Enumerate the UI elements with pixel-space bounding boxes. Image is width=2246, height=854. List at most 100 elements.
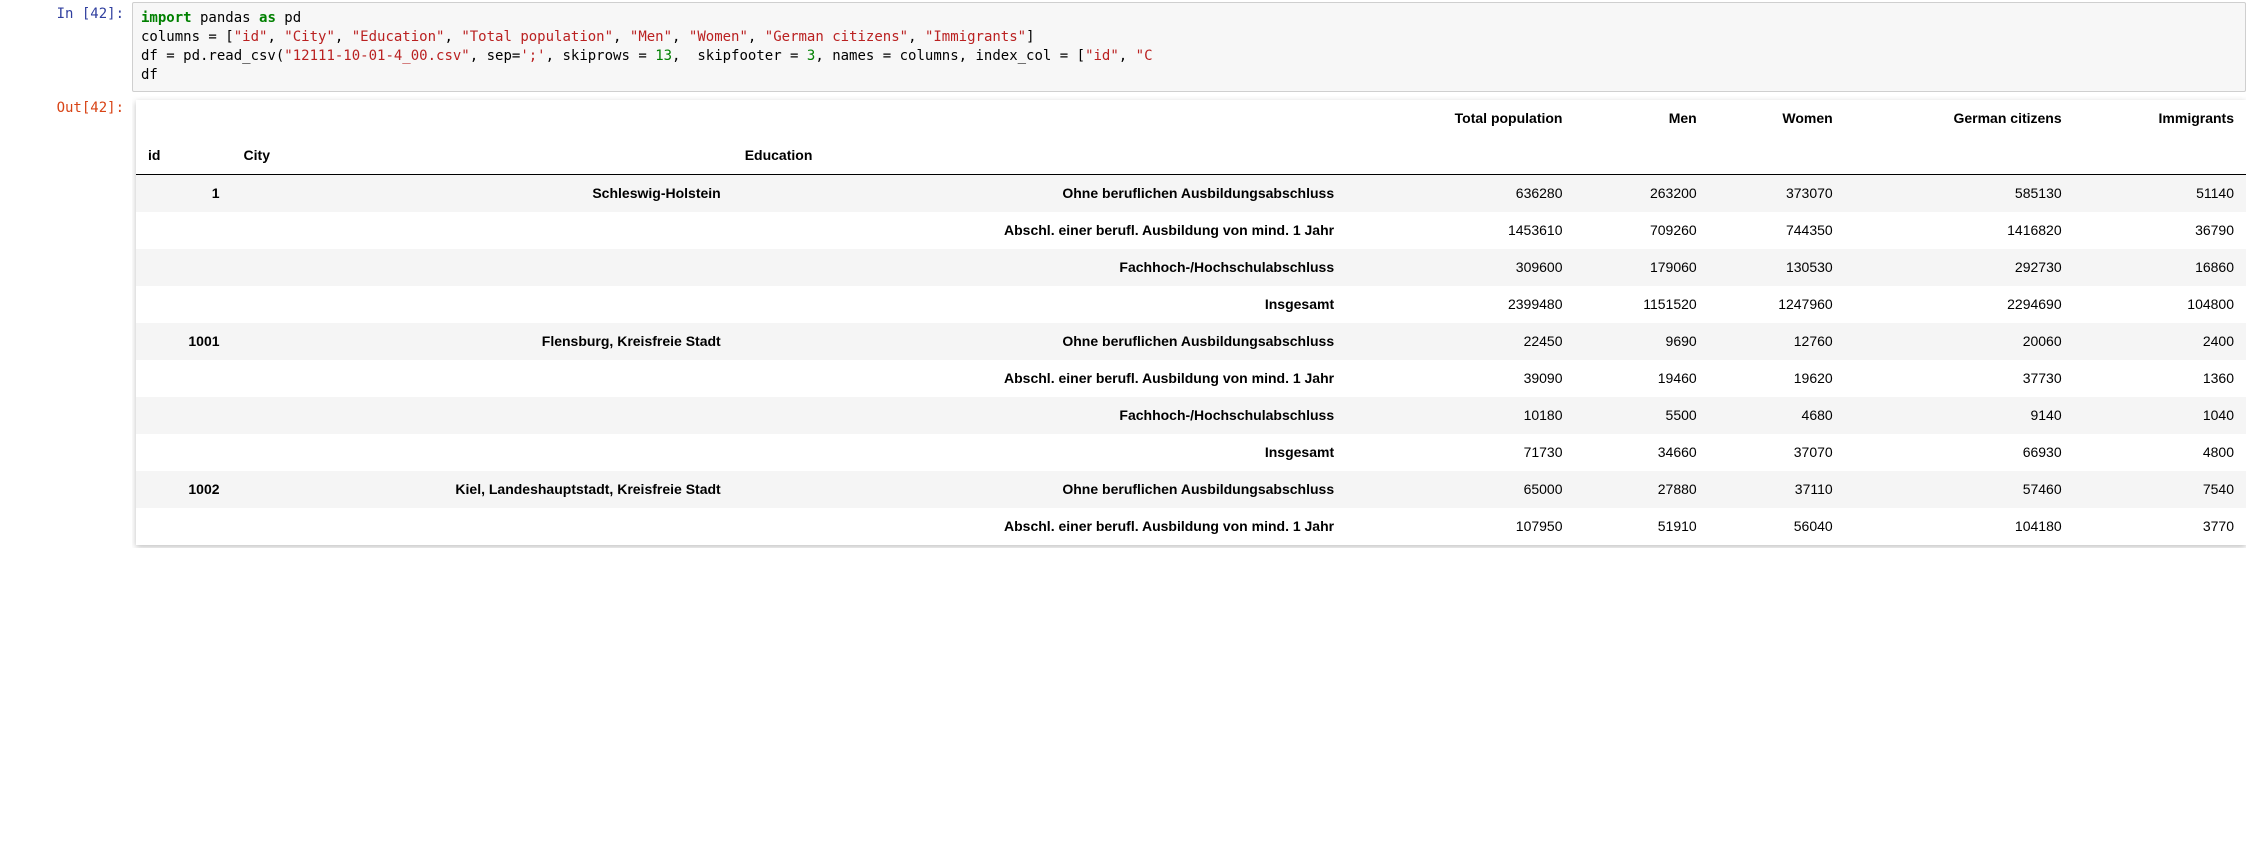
cell-value: 179060 xyxy=(1575,249,1709,286)
row-education: Abschl. einer berufl. Ausbildung von min… xyxy=(733,360,1346,397)
cell-value: 36790 xyxy=(2074,212,2246,249)
table-row: 1002Kiel, Landeshauptstadt, Kreisfreie S… xyxy=(136,471,2246,508)
row-education: Ohne beruflichen Ausbildungsabschluss xyxy=(733,471,1346,508)
cell-value: 3770 xyxy=(2074,508,2246,545)
row-id xyxy=(136,212,232,249)
row-city xyxy=(232,249,733,286)
row-city: Schleswig-Holstein xyxy=(232,174,733,212)
cell-value: 1453610 xyxy=(1346,212,1574,249)
idx-city: City xyxy=(232,137,733,175)
cell-value: 19460 xyxy=(1575,360,1709,397)
cell-value: 1151520 xyxy=(1575,286,1709,323)
cell-value: 744350 xyxy=(1709,212,1845,249)
cell-value: 2399480 xyxy=(1346,286,1574,323)
col-men: Men xyxy=(1575,100,1709,137)
output-area: Total population Men Women German citize… xyxy=(132,96,2246,548)
kw-import: import xyxy=(141,10,192,26)
output-prompt: Out[42]: xyxy=(0,96,132,548)
table-body: 1Schleswig-HolsteinOhne beruflichen Ausb… xyxy=(136,174,2246,545)
table-header: Total population Men Women German citize… xyxy=(136,100,2246,175)
idx-education: Education xyxy=(733,137,1346,175)
row-city xyxy=(232,434,733,471)
row-id: 1 xyxy=(136,174,232,212)
cell-value: 130530 xyxy=(1709,249,1845,286)
row-id xyxy=(136,360,232,397)
row-education: Fachhoch-/Hochschulabschluss xyxy=(733,249,1346,286)
cell-value: 1247960 xyxy=(1709,286,1845,323)
row-education: Insgesamt xyxy=(733,286,1346,323)
table-row: Fachhoch-/Hochschulabschluss309600179060… xyxy=(136,249,2246,286)
row-city xyxy=(232,508,733,545)
output-cell: Out[42]: Total population Men Women Germ… xyxy=(0,94,2246,550)
row-id xyxy=(136,508,232,545)
cell-value: 9140 xyxy=(1845,397,2074,434)
row-city: Kiel, Landeshauptstadt, Kreisfreie Stadt xyxy=(232,471,733,508)
row-city: Flensburg, Kreisfreie Stadt xyxy=(232,323,733,360)
cell-value: 709260 xyxy=(1575,212,1709,249)
row-education: Fachhoch-/Hochschulabschluss xyxy=(733,397,1346,434)
row-education: Abschl. einer berufl. Ausbildung von min… xyxy=(733,212,1346,249)
cell-value: 7540 xyxy=(2074,471,2246,508)
cell-value: 66930 xyxy=(1845,434,2074,471)
col-immigrants: Immigrants xyxy=(2074,100,2246,137)
cell-value: 10180 xyxy=(1346,397,1574,434)
cell-value: 27880 xyxy=(1575,471,1709,508)
cell-value: 4680 xyxy=(1709,397,1845,434)
cell-value: 5500 xyxy=(1575,397,1709,434)
table-row: Abschl. einer berufl. Ausbildung von min… xyxy=(136,508,2246,545)
cell-value: 12760 xyxy=(1709,323,1845,360)
kw-as: as xyxy=(259,10,276,26)
cell-value: 636280 xyxy=(1346,174,1574,212)
row-id: 1002 xyxy=(136,471,232,508)
cell-value: 309600 xyxy=(1346,249,1574,286)
cell-value: 107950 xyxy=(1346,508,1574,545)
cell-value: 34660 xyxy=(1575,434,1709,471)
col-blank-city xyxy=(232,100,733,137)
cell-value: 373070 xyxy=(1709,174,1845,212)
row-id xyxy=(136,286,232,323)
cell-value: 104800 xyxy=(2074,286,2246,323)
row-id xyxy=(136,397,232,434)
dataframe-table: Total population Men Women German citize… xyxy=(136,100,2246,545)
idx-id: id xyxy=(136,137,232,175)
cell-value: 1360 xyxy=(2074,360,2246,397)
cell-value: 263200 xyxy=(1575,174,1709,212)
row-id xyxy=(136,249,232,286)
cell-value: 4800 xyxy=(2074,434,2246,471)
table-row: 1Schleswig-HolsteinOhne beruflichen Ausb… xyxy=(136,174,2246,212)
code-input[interactable]: import pandas as pd columns = ["id", "Ci… xyxy=(132,2,2246,92)
cell-value: 585130 xyxy=(1845,174,2074,212)
row-city xyxy=(232,286,733,323)
cell-value: 2400 xyxy=(2074,323,2246,360)
cell-value: 22450 xyxy=(1346,323,1574,360)
cell-value: 16860 xyxy=(2074,249,2246,286)
col-women: Women xyxy=(1709,100,1845,137)
cell-value: 39090 xyxy=(1346,360,1574,397)
cell-value: 1040 xyxy=(2074,397,2246,434)
row-city xyxy=(232,212,733,249)
cell-value: 9690 xyxy=(1575,323,1709,360)
cell-value: 56040 xyxy=(1709,508,1845,545)
cell-value: 37110 xyxy=(1709,471,1845,508)
cell-value: 104180 xyxy=(1845,508,2074,545)
cell-value: 37730 xyxy=(1845,360,2074,397)
row-id: 1001 xyxy=(136,323,232,360)
cell-value: 37070 xyxy=(1709,434,1845,471)
row-education: Insgesamt xyxy=(733,434,1346,471)
cell-value: 57460 xyxy=(1845,471,2074,508)
row-education: Ohne beruflichen Ausbildungsabschluss xyxy=(733,174,1346,212)
row-city xyxy=(232,397,733,434)
cell-value: 51140 xyxy=(2074,174,2246,212)
row-id xyxy=(136,434,232,471)
cell-value: 2294690 xyxy=(1845,286,2074,323)
table-row: Abschl. einer berufl. Ausbildung von min… xyxy=(136,360,2246,397)
row-city xyxy=(232,360,733,397)
cell-value: 1416820 xyxy=(1845,212,2074,249)
table-row: Abschl. einer berufl. Ausbildung von min… xyxy=(136,212,2246,249)
table-row: Insgesamt717303466037070669304800 xyxy=(136,434,2246,471)
col-total-population: Total population xyxy=(1346,100,1574,137)
col-blank-edu xyxy=(733,100,1346,137)
table-row: Insgesamt2399480115152012479602294690104… xyxy=(136,286,2246,323)
cell-value: 20060 xyxy=(1845,323,2074,360)
cell-value: 292730 xyxy=(1845,249,2074,286)
